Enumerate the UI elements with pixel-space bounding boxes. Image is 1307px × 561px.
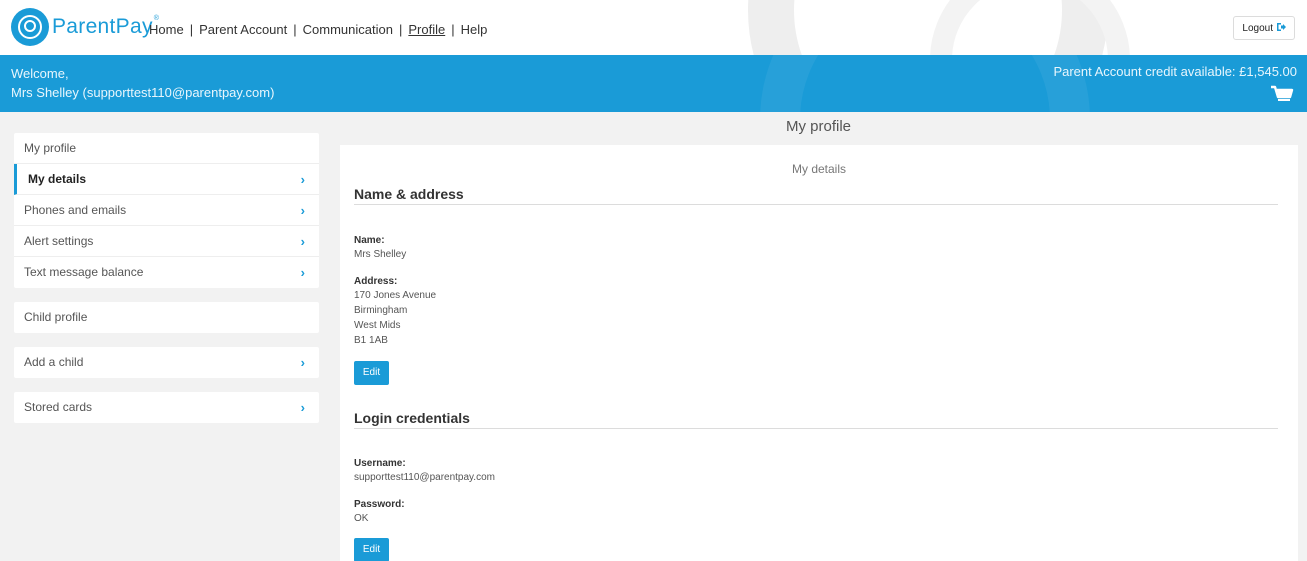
nav-separator: | bbox=[451, 22, 455, 37]
username-label: Username: bbox=[354, 458, 406, 469]
sidebar-item-text-message-balance[interactable]: Text message balance › bbox=[14, 257, 319, 288]
logout-button[interactable]: Logout bbox=[1233, 16, 1295, 40]
add-child-panel[interactable]: Add a child › bbox=[14, 347, 319, 378]
nav-separator: | bbox=[293, 22, 297, 37]
stored-cards-panel[interactable]: Stored cards › bbox=[14, 392, 319, 423]
divider bbox=[354, 204, 1278, 205]
sidebar-item-stored-cards[interactable]: Stored cards › bbox=[14, 392, 319, 423]
logout-icon bbox=[1276, 21, 1286, 35]
page-title: My profile bbox=[785, 118, 852, 135]
address-value: 170 Jones Avenue Birmingham West Mids B1… bbox=[354, 288, 436, 348]
nav-home[interactable]: Home bbox=[149, 22, 184, 37]
child-profile-panel: Child profile bbox=[14, 302, 319, 333]
sidebar-item-label: Phones and emails bbox=[24, 203, 127, 217]
edit-address-button[interactable]: Edit bbox=[354, 361, 389, 385]
sidebar-item-label: My details bbox=[28, 172, 87, 186]
welcome-banner: Welcome, Mrs Shelley (supporttest110@par… bbox=[0, 55, 1307, 112]
edit-login-button[interactable]: Edit bbox=[354, 538, 389, 561]
address-line: Birmingham bbox=[354, 305, 408, 316]
registered-mark: ® bbox=[153, 15, 160, 22]
sidebar-item-label: Alert settings bbox=[24, 234, 94, 248]
my-profile-panel: My profile My details › Phones and email… bbox=[14, 133, 319, 288]
divider bbox=[354, 428, 1278, 429]
nav-separator: | bbox=[189, 22, 194, 37]
sidebar-item-add-child[interactable]: Add a child › bbox=[14, 347, 319, 378]
login-credentials-heading: Login credentials bbox=[354, 410, 470, 426]
sidebar-item-label: Text message balance bbox=[24, 265, 144, 279]
nav-communication[interactable]: Communication bbox=[303, 22, 393, 37]
nav-separator: | bbox=[398, 22, 403, 37]
name-address-heading: Name & address bbox=[354, 186, 464, 202]
sidebar-item-label: Add a child bbox=[24, 355, 84, 369]
nav-profile[interactable]: Profile bbox=[408, 22, 445, 37]
chevron-right-icon: › bbox=[300, 234, 305, 249]
logo-mark-icon bbox=[11, 8, 49, 46]
child-profile-heading: Child profile bbox=[24, 310, 88, 324]
address-line: B1 1AB bbox=[354, 335, 388, 346]
address-label: Address: bbox=[354, 276, 398, 287]
username-value: supporttest110@parentpay.com bbox=[354, 472, 495, 483]
chevron-right-icon: › bbox=[300, 203, 305, 218]
sidebar-item-alert-settings[interactable]: Alert settings › bbox=[14, 226, 319, 257]
card-subtitle: My details bbox=[791, 162, 847, 176]
name-value: Mrs Shelley bbox=[354, 249, 407, 260]
name-label: Name: bbox=[354, 235, 385, 246]
account-credit: Parent Account credit available: £1,545.… bbox=[1053, 64, 1297, 79]
welcome-text: Welcome, Mrs Shelley (supporttest110@par… bbox=[11, 64, 274, 102]
welcome-greeting: Welcome, bbox=[11, 66, 69, 81]
welcome-user: Mrs Shelley (supporttest110@parentpay.co… bbox=[11, 85, 275, 100]
password-label: Password: bbox=[354, 499, 405, 510]
chevron-right-icon: › bbox=[300, 172, 305, 187]
main-nav: Home | Parent Account | Communication | … bbox=[149, 22, 487, 37]
top-header: ParentPay® Home | Parent Account | Commu… bbox=[0, 0, 1307, 55]
sidebar-item-my-details[interactable]: My details › bbox=[14, 164, 319, 195]
sidebar: My profile My details › Phones and email… bbox=[14, 133, 319, 437]
password-value: OK bbox=[354, 513, 369, 524]
sidebar-item-label: Stored cards bbox=[24, 400, 93, 414]
shopping-cart-icon[interactable] bbox=[1270, 85, 1294, 105]
my-profile-heading: My profile bbox=[14, 133, 319, 164]
sidebar-item-phones-emails[interactable]: Phones and emails › bbox=[14, 195, 319, 226]
logout-label: Logout bbox=[1242, 22, 1273, 34]
parentpay-logo[interactable]: ParentPay® bbox=[11, 8, 159, 46]
address-line: 170 Jones Avenue bbox=[354, 290, 437, 301]
decorative-ring bbox=[930, 0, 1130, 55]
nav-parent-account[interactable]: Parent Account bbox=[199, 22, 287, 37]
chevron-right-icon: › bbox=[300, 355, 305, 370]
nav-help[interactable]: Help bbox=[461, 22, 488, 37]
my-details-card: My details Name & address Name: Mrs Shel… bbox=[340, 145, 1298, 561]
address-line: West Mids bbox=[354, 320, 401, 331]
chevron-right-icon: › bbox=[300, 265, 305, 280]
chevron-right-icon: › bbox=[300, 400, 305, 415]
logo-text: ParentPay bbox=[52, 15, 153, 38]
decorative-ring bbox=[760, 55, 1090, 112]
